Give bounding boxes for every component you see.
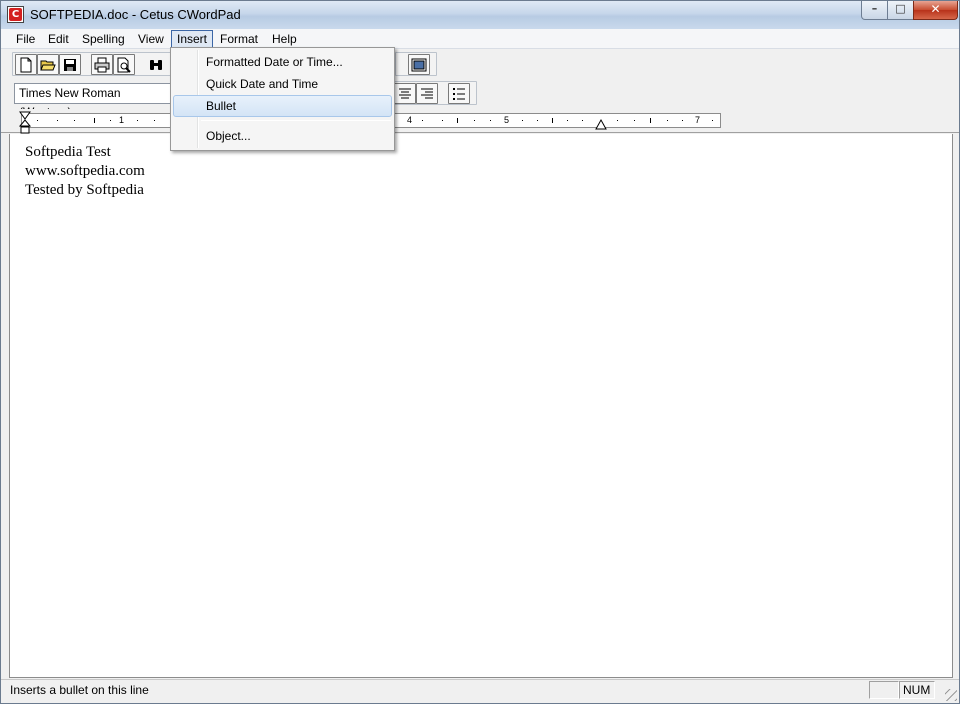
font-name-combo[interactable]: Times New Roman (Western) bbox=[14, 83, 174, 119]
document-area[interactable]: Softpedia Test www.softpedia.com Tested … bbox=[9, 134, 953, 678]
document-line: Softpedia Test bbox=[25, 144, 111, 160]
menu-separator bbox=[201, 120, 391, 121]
menu-edit[interactable]: Edit bbox=[42, 30, 75, 48]
maximize-icon: □ bbox=[895, 2, 906, 15]
bullets-icon bbox=[453, 88, 465, 100]
ruler-number: 7 bbox=[695, 115, 701, 125]
first-line-indent-marker[interactable] bbox=[19, 111, 33, 135]
ruler-number: 4 bbox=[407, 115, 413, 125]
open-button[interactable] bbox=[37, 54, 59, 75]
ruler-number: 1 bbox=[119, 115, 125, 125]
align-center-button[interactable] bbox=[394, 83, 416, 104]
new-document-button[interactable] bbox=[15, 54, 37, 75]
app-window: C SOFTPEDIA.doc - Cetus CWordPad – □ ✕ F… bbox=[0, 0, 960, 704]
num-lock-indicator: NUM bbox=[899, 681, 935, 699]
menu-file[interactable]: File bbox=[10, 30, 41, 48]
bullets-button[interactable] bbox=[448, 83, 470, 104]
menu-item-object[interactable]: Object... bbox=[173, 125, 392, 147]
right-indent-marker[interactable] bbox=[595, 118, 609, 130]
toolbar-group-paragraph bbox=[393, 81, 477, 105]
menu-insert[interactable]: Insert bbox=[171, 30, 214, 48]
close-button[interactable]: ✕ bbox=[913, 1, 958, 20]
app-icon[interactable]: C bbox=[7, 6, 24, 23]
save-button[interactable] bbox=[59, 54, 81, 75]
print-preview-button[interactable] bbox=[113, 54, 135, 75]
align-center-icon bbox=[399, 88, 411, 99]
menu-item-formatted-date-time[interactable]: Formatted Date or Time... bbox=[173, 51, 392, 73]
status-message: Inserts a bullet on this line bbox=[10, 683, 149, 697]
standard-toolbar bbox=[1, 50, 959, 78]
align-right-button[interactable] bbox=[416, 83, 438, 104]
document-line: Tested by Softpedia bbox=[25, 182, 144, 198]
open-folder-icon bbox=[40, 60, 56, 71]
minimize-icon: – bbox=[871, 2, 878, 15]
menu-item-quick-date-time[interactable]: Quick Date and Time bbox=[173, 73, 392, 95]
minimize-button[interactable]: – bbox=[861, 1, 888, 20]
menu-item-bullet[interactable]: Bullet bbox=[173, 95, 392, 117]
print-icon bbox=[94, 57, 110, 73]
window-title: SOFTPEDIA.doc - Cetus CWordPad bbox=[30, 7, 241, 22]
menu-help[interactable]: Help bbox=[266, 30, 303, 48]
status-panel-empty bbox=[869, 681, 899, 699]
menu-bar: File Edit Spelling View Insert Format He… bbox=[1, 29, 959, 49]
insert-object-button[interactable] bbox=[408, 54, 430, 75]
ruler-area: 1 5 7 4 bbox=[1, 109, 959, 135]
ruler-number: 5 bbox=[504, 115, 510, 125]
resize-grip-icon[interactable] bbox=[945, 689, 957, 701]
print-preview-icon bbox=[117, 57, 131, 73]
find-button[interactable] bbox=[145, 54, 167, 75]
toolbar-group-file bbox=[12, 52, 172, 76]
maximize-button[interactable]: □ bbox=[887, 1, 914, 20]
toolbar-group-object bbox=[395, 52, 437, 76]
object-icon bbox=[411, 58, 427, 72]
document-line: www.softpedia.com bbox=[25, 163, 145, 179]
insert-menu-dropdown: SOFTPEDIA Formatted Date or Time... Quic… bbox=[170, 47, 395, 151]
menu-spelling[interactable]: Spelling bbox=[76, 30, 131, 48]
find-binoculars-icon bbox=[150, 60, 162, 70]
new-document-icon bbox=[20, 57, 32, 73]
save-icon bbox=[64, 59, 76, 71]
menu-view[interactable]: View bbox=[132, 30, 170, 48]
menu-format[interactable]: Format bbox=[214, 30, 264, 48]
align-right-icon bbox=[421, 88, 433, 99]
status-bar: Inserts a bullet on this line NUM bbox=[1, 679, 959, 703]
print-button[interactable] bbox=[91, 54, 113, 75]
title-bar[interactable]: C SOFTPEDIA.doc - Cetus CWordPad – □ ✕ bbox=[1, 1, 959, 29]
close-icon: ✕ bbox=[930, 2, 941, 16]
